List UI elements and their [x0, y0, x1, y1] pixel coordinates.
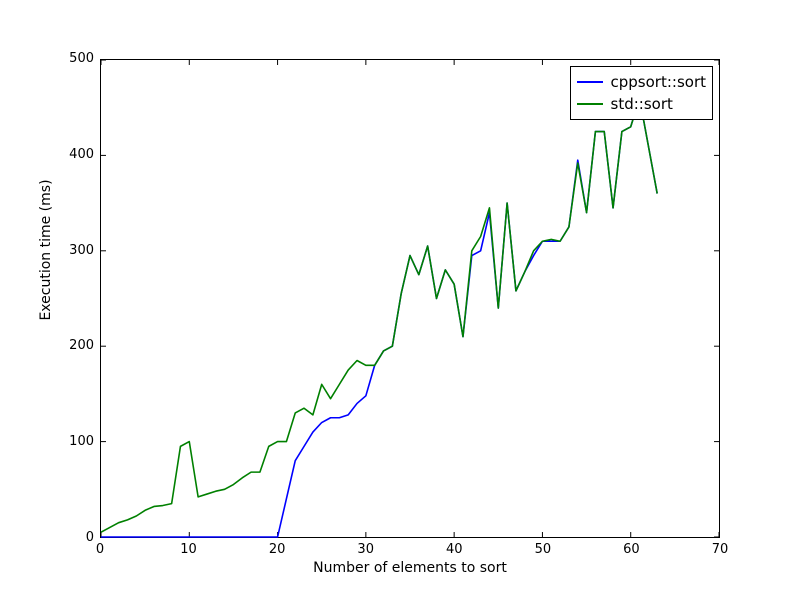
x-tick-label: 20	[267, 542, 287, 557]
y-tick-label: 500	[69, 51, 94, 66]
plot-area	[101, 60, 719, 537]
x-tick-label: 60	[621, 542, 641, 557]
legend-swatch	[577, 81, 603, 83]
y-tick-label: 100	[69, 434, 94, 449]
y-tick-label: 400	[69, 147, 94, 162]
x-tick-label: 50	[533, 542, 553, 557]
plot-axes: cppsort::sortstd::sort	[100, 59, 720, 538]
x-tick-label: 10	[179, 542, 199, 557]
legend-label: cppsort::sort	[611, 73, 706, 91]
y-tick-label: 300	[69, 243, 94, 258]
series-line-0	[101, 98, 657, 537]
y-tick-label: 0	[86, 530, 94, 545]
x-tick-label: 40	[444, 542, 464, 557]
legend-entry: cppsort::sort	[577, 71, 706, 93]
legend: cppsort::sortstd::sort	[570, 66, 713, 120]
legend-label: std::sort	[611, 95, 673, 113]
legend-swatch	[577, 103, 603, 105]
legend-entry: std::sort	[577, 93, 706, 115]
y-axis-label: Execution time (ms)	[38, 120, 54, 380]
x-tick-label: 30	[356, 542, 376, 557]
figure: cppsort::sortstd::sort 010203040506070 0…	[0, 0, 800, 597]
y-tick-label: 200	[69, 338, 94, 353]
x-axis-label: Number of elements to sort	[100, 560, 720, 576]
x-tick-label: 70	[710, 542, 730, 557]
series-line-1	[101, 98, 657, 532]
